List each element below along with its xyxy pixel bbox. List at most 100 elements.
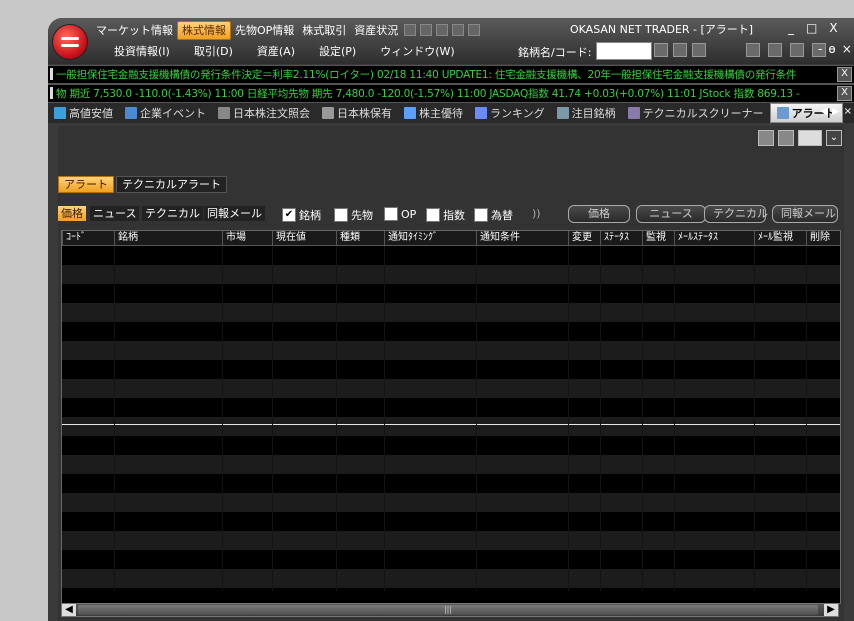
print-icon[interactable] (758, 130, 774, 146)
menu-futures-op-info[interactable]: 先物OP情報 (231, 22, 298, 39)
ticker-grip-handle[interactable] (50, 68, 53, 80)
checkbox-fx[interactable]: 為替 (474, 207, 513, 223)
subtab-alert[interactable]: アラート (58, 176, 114, 193)
tab-label: 高値安値 (69, 107, 113, 120)
checkbox-index[interactable]: 指数 (426, 207, 465, 223)
toolbar-icon-4[interactable] (746, 43, 760, 57)
menu-settings[interactable]: 設定(P) (307, 43, 368, 59)
alert-table-rows[interactable] (62, 246, 840, 591)
column-header[interactable]: 市場 (222, 231, 272, 245)
chevron-down-icon[interactable]: ⌄ (826, 130, 842, 146)
close-button[interactable]: X (829, 21, 837, 35)
tab-prev-button[interactable]: ◀ (820, 106, 828, 117)
column-header[interactable]: 種類 (336, 231, 384, 245)
button-add-price-alert[interactable]: 価格 (568, 205, 630, 223)
column-header[interactable]: 変更 (568, 231, 600, 245)
window-controls: _ □ X (788, 21, 838, 35)
scroll-right-icon[interactable]: ▶ (824, 604, 838, 616)
tab-4[interactable]: 株主優待 (398, 104, 469, 122)
column-divider (600, 246, 601, 591)
menu-investment-info[interactable]: 投資情報(I) (102, 43, 182, 59)
news-ticker-close-button[interactable]: X (837, 67, 852, 82)
menu-stock-info[interactable]: 株式情報 (177, 20, 231, 40)
checkbox-futures[interactable]: 先物 (334, 207, 373, 223)
scrollbar-thumb[interactable]: ||| (78, 605, 818, 615)
tab-label: 注目銘柄 (571, 107, 616, 120)
child-close-button[interactable]: × (842, 42, 852, 56)
tab-6[interactable]: 注目銘柄 (551, 104, 622, 122)
maximize-button[interactable]: □ (806, 21, 817, 35)
column-header[interactable]: 監視 (642, 231, 674, 245)
okasan-logo-icon (52, 24, 88, 60)
column-header[interactable]: ｺｰﾄﾞ (62, 231, 114, 245)
subtab-technical-alert[interactable]: テクニカルアラート (116, 176, 227, 193)
child-restore-button[interactable]: ɵ (828, 42, 835, 56)
column-header[interactable]: 現在値 (272, 231, 336, 245)
layout-dropdown[interactable] (798, 130, 822, 146)
column-header[interactable]: 通知条件 (476, 231, 568, 245)
export-icon[interactable] (778, 130, 794, 146)
news-ticker: 一般担保住宅金融支援機構債の発行条件決定＝利率2.11%(ロイター) 02/18… (48, 65, 854, 84)
ticker-grip-handle[interactable] (50, 87, 53, 99)
tab-label: 株主優待 (419, 107, 463, 120)
column-header[interactable]: ｽﾃｰﾀｽ (600, 231, 642, 245)
code-search-input[interactable] (596, 42, 652, 60)
quick-button-4-icon[interactable] (452, 24, 465, 36)
toolbar-icon-2[interactable] (673, 43, 687, 57)
menu-window[interactable]: ウィンドウ(W) (368, 43, 466, 59)
horizontal-scrollbar[interactable]: ◀ ||| ▶ (61, 603, 839, 617)
child-minimize-button[interactable]: - (818, 42, 822, 56)
tab-label: 日本株注文照会 (233, 107, 310, 120)
tab-close-button[interactable]: × (844, 106, 852, 117)
menu-assets[interactable]: 資産(A) (245, 43, 307, 59)
index-ticker-close-button[interactable]: X (837, 86, 852, 101)
toolbar-icon-6[interactable] (790, 43, 804, 57)
menu-stock-trade[interactable]: 株式取引 (298, 22, 350, 39)
column-divider (222, 246, 223, 591)
desktop-background (0, 0, 854, 10)
minimize-button[interactable]: _ (788, 21, 794, 35)
alert-table: ｺｰﾄﾞ 銘柄 市場 現在値 種類 通知ﾀｲﾐﾝｸﾞ 通知条件 変更 ｽﾃｰﾀｽ 監視 ﾒｰﾙｽﾃｰ… (61, 230, 841, 604)
tab-3[interactable]: 日本株保有 (316, 104, 398, 122)
index-ticker-text[interactable]: 物 期近 7,530.0 -110.0(-1.43%) 11:00 日経平均先物… (56, 86, 800, 101)
tab-0[interactable]: 高値安値 (48, 104, 119, 122)
quick-button-2-icon[interactable] (420, 24, 433, 36)
tab-2[interactable]: 日本株注文照会 (212, 104, 316, 122)
checkbox-op[interactable]: OP (384, 207, 416, 221)
tab-icon (125, 107, 137, 119)
quick-button-5-icon[interactable] (468, 24, 481, 36)
toolbar-icon-5[interactable] (768, 43, 782, 57)
menu-asset-status[interactable]: 資産状況 (350, 22, 402, 39)
button-broadcast-mail[interactable]: 同報メール (772, 205, 838, 223)
column-divider (568, 246, 569, 591)
checkbox-stock[interactable]: ✔ 銘柄 (282, 207, 321, 223)
button-add-technical-alert[interactable]: テクニカル (704, 205, 768, 223)
column-header[interactable]: 削除 (806, 231, 840, 245)
filter-tab-news[interactable]: ニュース (90, 206, 140, 221)
filter-tab-price[interactable]: 価格 (58, 206, 86, 221)
tab-7[interactable]: テクニカルスクリーナー (622, 104, 770, 122)
tab-label: 企業イベント (140, 107, 206, 120)
column-header[interactable]: ﾒｰﾙｽﾃｰﾀｽ (674, 231, 754, 245)
column-header[interactable]: 銘柄 (114, 231, 222, 245)
tab-label: ランキング (490, 107, 545, 120)
selected-row-indicator (62, 424, 840, 425)
tab-5[interactable]: ランキング (469, 104, 551, 122)
scroll-left-icon[interactable]: ◀ (62, 604, 76, 616)
news-ticker-text[interactable]: 一般担保住宅金融支援機構債の発行条件決定＝利率2.11%(ロイター) 02/18… (56, 67, 796, 82)
toolbar-icon-1[interactable] (654, 43, 668, 57)
column-header[interactable]: 通知ﾀｲﾐﾝｸﾞ (384, 231, 476, 245)
column-header[interactable]: ﾒｰﾙ監視 (754, 231, 806, 245)
tab-1[interactable]: 企業イベント (119, 104, 212, 122)
column-divider (806, 246, 807, 591)
quick-button-1-icon[interactable] (404, 24, 417, 36)
button-add-news-alert[interactable]: ニュース (636, 205, 706, 223)
toolbar-icon-3[interactable] (692, 43, 706, 57)
filter-tab-broadcast-mail[interactable]: 同報メール (204, 206, 265, 221)
filter-tab-technical[interactable]: テクニカル (142, 206, 203, 221)
menu-trade[interactable]: 取引(D) (182, 43, 245, 59)
checkbox-icon (334, 208, 348, 222)
quick-button-3-icon[interactable] (436, 24, 449, 36)
tab-next-button[interactable]: ▶ (832, 106, 840, 117)
menu-market-info[interactable]: マーケット情報 (92, 22, 177, 39)
